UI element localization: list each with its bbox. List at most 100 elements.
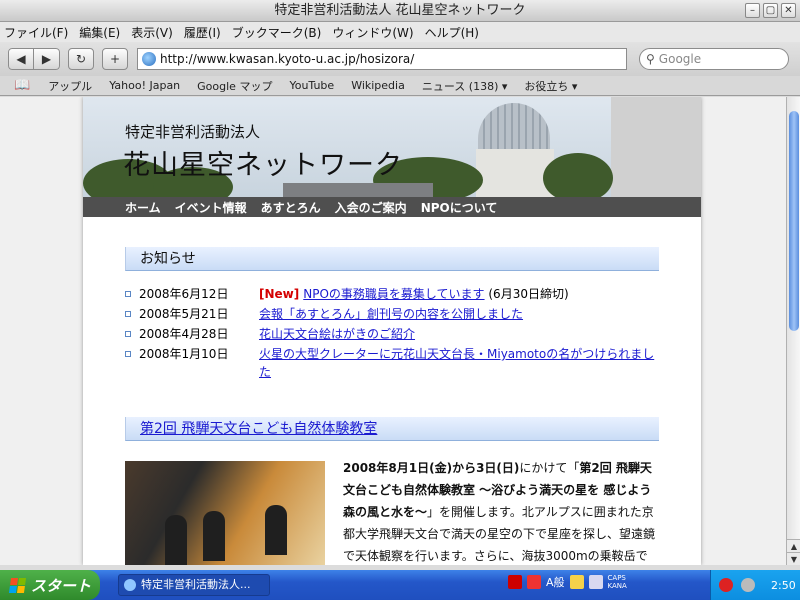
bookmark-apple[interactable]: アップル bbox=[48, 78, 92, 94]
globe-icon bbox=[142, 52, 156, 66]
news-link[interactable]: 会報「あすとろん」創刊号の内容を公開しました bbox=[259, 307, 523, 321]
news-link[interactable]: 花山天文台絵はがきのご紹介 bbox=[259, 327, 415, 341]
start-button[interactable]: スタート bbox=[0, 570, 100, 600]
news-date: 2008年4月28日 bbox=[139, 327, 229, 341]
vertical-scrollbar[interactable]: ▲ ▼ bbox=[786, 97, 800, 565]
event-dates: 2008年8月1日(金)から3日(日) bbox=[343, 461, 520, 475]
minimize-button[interactable]: – bbox=[745, 3, 760, 18]
forward-button[interactable]: ▶ bbox=[34, 48, 60, 70]
book-icon[interactable]: 📖 bbox=[14, 78, 30, 93]
window-titlebar: 特定非営利活動法人 花山星空ネットワーク – ▢ ✕ bbox=[0, 0, 800, 22]
menu-view[interactable]: 表示(V) bbox=[131, 24, 173, 41]
scrollbar-thumb[interactable] bbox=[789, 111, 799, 331]
bookmark-yahoo[interactable]: Yahoo! Japan bbox=[109, 79, 180, 92]
bookmark-wikipedia[interactable]: Wikipedia bbox=[351, 79, 405, 92]
bookmark-google-maps[interactable]: Google マップ bbox=[197, 78, 272, 94]
news-link[interactable]: 火星の大型クレーターに元花山天文台長・Miyamotoの名がつけられました bbox=[259, 347, 654, 379]
news-text: [New] NPOの事務職員を募集しています (6月30日締切) bbox=[259, 285, 665, 303]
menu-edit[interactable]: 編集(E) bbox=[79, 24, 120, 41]
nav-events[interactable]: イベント情報 bbox=[175, 199, 247, 216]
reload-button[interactable]: ↻ bbox=[68, 48, 94, 70]
nav-home[interactable]: ホーム bbox=[125, 199, 161, 216]
menu-bar: ファイル(F) 編集(E) 表示(V) 履歴(I) ブックマーク(B) ウィンド… bbox=[0, 22, 800, 42]
caps-label: CAPS bbox=[607, 574, 626, 582]
nav-astron[interactable]: あすとろん bbox=[261, 199, 321, 216]
pad-icon[interactable] bbox=[588, 575, 603, 589]
news-date: 2008年1月10日 bbox=[139, 347, 229, 361]
clock[interactable]: 2:50 bbox=[771, 579, 796, 592]
square-bullet-icon bbox=[125, 311, 131, 317]
list-item: 2008年6月12日 [New] NPOの事務職員を募集しています (6月30日締… bbox=[125, 285, 665, 303]
square-bullet-icon bbox=[125, 351, 131, 357]
system-tray: 2:50 bbox=[710, 570, 800, 600]
browser-icon bbox=[124, 579, 136, 591]
news-text: 花山天文台絵はがきのご紹介 bbox=[259, 325, 665, 343]
add-bookmark-button[interactable]: + bbox=[102, 48, 128, 70]
maximize-button[interactable]: ▢ bbox=[763, 3, 778, 18]
back-button[interactable]: ◀ bbox=[8, 48, 34, 70]
news-list: 2008年6月12日 [New] NPOの事務職員を募集しています (6月30日締… bbox=[125, 285, 665, 383]
news-suffix: (6月30日締切) bbox=[484, 287, 569, 301]
security-icon[interactable] bbox=[719, 578, 733, 592]
site-title: 花山星空ネットワーク bbox=[123, 150, 403, 181]
list-item: 2008年4月28日 花山天文台絵はがきのご紹介 bbox=[125, 325, 665, 343]
tool-icon[interactable] bbox=[569, 575, 584, 589]
scroll-up-arrow-icon[interactable]: ▲ bbox=[787, 539, 800, 552]
url-text: http://www.kwasan.kyoto-u.ac.jp/hosizora… bbox=[160, 52, 415, 66]
new-badge: [New] bbox=[259, 287, 300, 301]
input-method-icon[interactable] bbox=[527, 575, 541, 589]
close-button[interactable]: ✕ bbox=[781, 3, 796, 18]
browser-toolbar: ◀ ▶ ↻ + http://www.kwasan.kyoto-u.ac.jp/… bbox=[0, 42, 800, 76]
square-bullet-icon bbox=[125, 331, 131, 337]
nav-membership[interactable]: 入会のご案内 bbox=[335, 199, 407, 216]
menu-bookmarks[interactable]: ブックマーク(B) bbox=[232, 24, 322, 41]
nav-about-npo[interactable]: NPOについて bbox=[421, 199, 498, 216]
ime-mode[interactable]: A般 bbox=[546, 574, 565, 590]
event-text-part: にかけて「 bbox=[519, 461, 580, 475]
site-subtitle: 特定非営利活動法人 bbox=[125, 123, 261, 141]
history-nav: ◀ ▶ bbox=[8, 48, 60, 70]
bookmark-useful[interactable]: お役立ち ▾ bbox=[524, 78, 577, 94]
news-date: 2008年5月21日 bbox=[139, 307, 229, 321]
list-item: 2008年1月10日 火星の大型クレーターに元花山天文台長・Miyamotoの名… bbox=[125, 345, 665, 381]
menu-window[interactable]: ウィンドウ(W) bbox=[332, 24, 413, 41]
search-placeholder: Google bbox=[658, 52, 702, 66]
event-heading: 第2回 飛騨天文台こども自然体験教室 bbox=[125, 417, 659, 441]
child-figure bbox=[165, 515, 187, 565]
ime-bar: A般 CAPS KANA bbox=[508, 574, 627, 590]
menu-help[interactable]: ヘルプ(H) bbox=[425, 24, 479, 41]
header-side-panel bbox=[611, 97, 701, 197]
scroll-arrows: ▲ ▼ bbox=[787, 539, 800, 565]
observatory-building-image bbox=[476, 149, 554, 197]
bookmarks-bar: 📖 アップル Yahoo! Japan Google マップ YouTube W… bbox=[0, 76, 800, 96]
bookmark-youtube[interactable]: YouTube bbox=[289, 79, 334, 92]
caps-kana-indicator: CAPS KANA bbox=[608, 574, 627, 590]
taskbar: スタート 特定非営利活動法人... bbox=[0, 570, 800, 600]
event-description: 2008年8月1日(金)から3日(日)にかけて「第2回 飛騨天文台こども自然体験… bbox=[343, 457, 659, 565]
menu-file[interactable]: ファイル(F) bbox=[4, 24, 68, 41]
news-text: 火星の大型クレーターに元花山天文台長・Miyamotoの名がつけられました bbox=[259, 345, 665, 381]
window-title: 特定非営利活動法人 花山星空ネットワーク bbox=[274, 3, 526, 18]
web-page: 特定非営利活動法人 花山星空ネットワーク ホーム イベント情報 あすとろん 入会… bbox=[83, 97, 701, 565]
search-icon: ⚲ bbox=[646, 52, 655, 66]
scroll-down-arrow-icon[interactable]: ▼ bbox=[787, 552, 800, 565]
news-date: 2008年6月12日 bbox=[139, 287, 229, 301]
event-heading-link[interactable]: 第2回 飛騨天文台こども自然体験教室 bbox=[140, 421, 377, 437]
web-viewport: 特定非営利活動法人 花山星空ネットワーク ホーム イベント情報 あすとろん 入会… bbox=[0, 97, 786, 565]
taskbar-browser-task[interactable]: 特定非営利活動法人... bbox=[118, 574, 270, 596]
ime-icon[interactable] bbox=[508, 575, 522, 589]
address-bar[interactable]: http://www.kwasan.kyoto-u.ac.jp/hosizora… bbox=[137, 48, 627, 70]
child-figure bbox=[265, 505, 287, 555]
news-link[interactable]: NPOの事務職員を募集しています bbox=[303, 287, 484, 301]
square-bullet-icon bbox=[125, 291, 131, 297]
bookmark-news[interactable]: ニュース (138) ▾ bbox=[422, 78, 508, 94]
kana-label: KANA bbox=[607, 582, 627, 590]
child-figure bbox=[203, 511, 225, 561]
news-text: 会報「あすとろん」創刊号の内容を公開しました bbox=[259, 305, 665, 323]
event-photo bbox=[125, 461, 325, 565]
roof-image bbox=[283, 183, 433, 197]
menu-history[interactable]: 履歴(I) bbox=[184, 24, 221, 41]
search-input[interactable]: ⚲ Google bbox=[639, 48, 789, 70]
volume-icon[interactable] bbox=[741, 578, 755, 592]
windows-logo-icon bbox=[8, 577, 27, 593]
